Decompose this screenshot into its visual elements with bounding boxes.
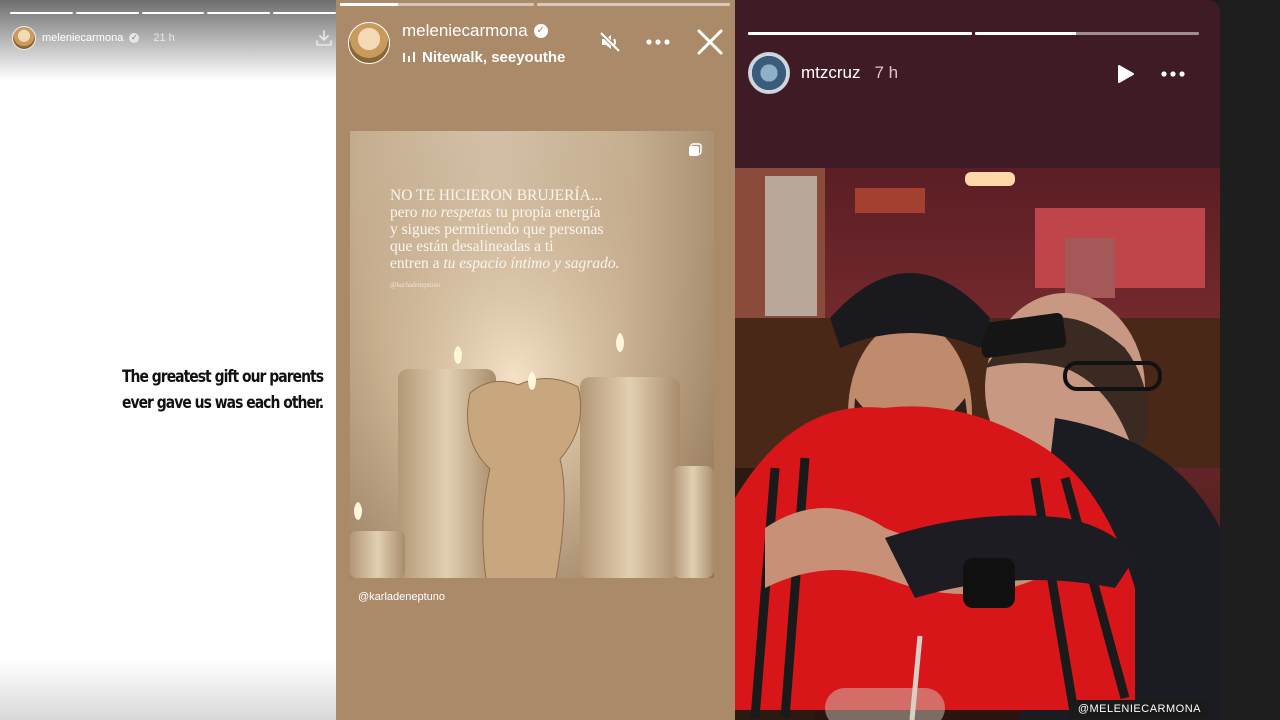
more-horizontal-icon[interactable] [1158,64,1188,84]
story-quote-text: The greatest gift our parents ever gave … [122,364,324,416]
post-line: que están desalineadas a ti [390,238,554,255]
mention-sticker[interactable]: @karladeneptuno [358,591,445,603]
verified-badge-icon: ✓ [533,24,548,38]
username-row: mtzcruz 7 h [801,63,898,83]
verified-badge-icon: ✓ [129,33,140,43]
username-row: meleniecarmona ✓ [402,21,548,41]
post-text-run: tu propia energía [491,204,601,221]
music-title: Nitewalk, seeyouthe [422,48,566,66]
backdrop [1220,0,1280,720]
avatar[interactable] [748,52,790,94]
mention-sticker[interactable]: @MELENIECARMONA [1070,700,1208,718]
progress-segment [340,3,534,6]
music-bars-icon [403,52,415,62]
close-icon[interactable] [695,27,725,57]
story-next[interactable]: mtzcruz 7 h @MELENIECARMONA [735,0,1220,720]
download-icon[interactable] [314,28,334,48]
progress-segment [141,12,205,14]
username[interactable]: meleniecarmona [402,21,528,41]
post-line: NO TE HICIERON BRUJERÍA... [390,187,603,204]
post-text-run: pero [390,204,422,221]
progress-segment [75,12,139,14]
username[interactable]: meleniecarmona [42,32,123,44]
post-line: y sigues permitiendo que personas [390,221,604,238]
post-handle: @karladeneptuno [390,281,441,289]
progress-segment [536,3,730,6]
speaker-muted-icon[interactable] [598,30,622,54]
story-progress-bars [10,12,336,14]
quote-line: ever gave us was each other. [122,393,324,413]
music-attribution[interactable]: Nitewalk, seeyouthe [402,47,577,67]
quote-line: The greatest gift our parents [122,367,324,387]
more-horizontal-icon[interactable] [643,32,673,52]
post-text-emphasis: tu espacio íntimo y sagrado. [443,255,620,272]
restaurant-photo [735,168,1220,720]
stories-viewer: meleniecarmona ✓ 21 h The greatest gift … [0,0,1280,720]
post-text-emphasis: no respetas [421,204,492,221]
play-icon[interactable] [1113,62,1137,86]
story-time: 7 h [874,63,899,82]
story-photo[interactable]: @MELENIECARMONA [735,168,1220,720]
carousel-icon [689,143,702,156]
post-line: entren a tu espacio íntimo y sagrado. [390,255,619,272]
story-header: mtzcruz 7 h [748,52,1208,96]
progress-segment [748,32,972,35]
progress-segment [207,12,271,14]
story-progress-bars [340,3,730,6]
story-previous[interactable]: meleniecarmona ✓ 21 h The greatest gift … [0,0,336,720]
progress-segment [10,12,73,14]
post-line: pero no respetas tu propia energía [390,204,619,221]
progress-segment [975,32,1199,35]
username[interactable]: mtzcruz [801,63,861,83]
story-header: meleniecarmona ✓ Nitewalk, seeyouthe [348,20,728,70]
shared-post-image[interactable]: NO TE HICIERON BRUJERÍA... pero no respe… [350,131,714,578]
bottom-gradient [0,660,336,720]
story-time: 21 h [153,32,175,44]
story-progress-bars [748,32,1199,35]
avatar[interactable] [348,22,390,64]
progress-segment [273,12,336,14]
post-quote: NO TE HICIERON BRUJERÍA... pero no respe… [390,187,619,272]
story-header: meleniecarmona ✓ 21 h [12,26,175,50]
post-text-run: entren a [390,255,444,272]
story-current[interactable]: meleniecarmona ✓ Nitewalk, seeyouthe NO … [336,0,735,720]
avatar[interactable] [12,26,36,50]
